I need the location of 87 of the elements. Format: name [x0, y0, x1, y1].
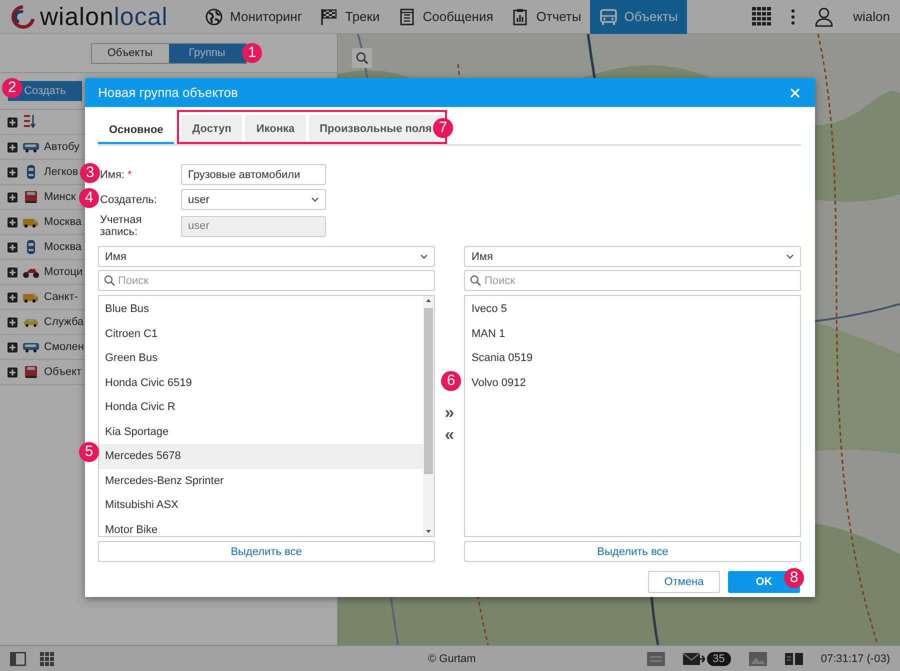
group-name[interactable]: Москва — [44, 241, 82, 253]
creator-dropdown[interactable]: user — [181, 189, 326, 210]
nav-tab[interactable]: Мониторинг — [196, 0, 312, 34]
group-name[interactable]: Легков — [44, 166, 78, 178]
chevron-down-icon — [420, 254, 428, 259]
dialog-tab[interactable]: Доступ — [181, 115, 242, 142]
group-name[interactable]: Объект — [44, 366, 82, 378]
input-field: user — [181, 216, 326, 236]
expand-icon[interactable] — [7, 192, 18, 202]
list-item[interactable]: Citroen C1 — [99, 322, 423, 346]
expand-icon[interactable] — [7, 142, 18, 152]
expand-icon[interactable] — [7, 366, 18, 378]
chevron-down-icon — [786, 254, 794, 259]
group-name[interactable]: Смолен — [44, 341, 84, 353]
list-item[interactable]: Mitsubishi ASX — [99, 493, 423, 518]
list-item[interactable]: Volvo 0912 — [465, 370, 800, 395]
move-button[interactable]: « — [444, 424, 454, 446]
search-icon[interactable] — [352, 48, 372, 68]
checkered-flag-icon — [320, 8, 340, 26]
message-count: 35 — [706, 652, 731, 666]
field-label: Учетная запись: — [99, 214, 143, 238]
dialog-tab[interactable]: Иконка — [245, 115, 306, 142]
logo-icon — [10, 4, 36, 28]
list-item[interactable]: Green Bus — [99, 346, 423, 370]
expand-icon[interactable] — [7, 166, 18, 178]
sort-dropdown[interactable]: Имя — [98, 246, 435, 267]
group-name[interactable]: Мотоци — [44, 266, 83, 278]
select-all-button[interactable]: Выделить все — [464, 541, 801, 562]
list-item[interactable]: Mercedes 5678 — [99, 444, 423, 468]
sort-dropdown[interactable]: Имя — [464, 246, 801, 267]
user-icon[interactable] — [815, 6, 834, 26]
group-name[interactable]: Москва — [44, 216, 82, 228]
search-icon — [104, 275, 115, 286]
input-field[interactable]: Грузовые автомобили — [181, 164, 326, 185]
nav-tab[interactable]: Отчеты — [502, 0, 590, 34]
nav-tab[interactable]: Сообщения — [388, 0, 502, 34]
apps-grid-icon[interactable] — [752, 7, 772, 26]
card-icon[interactable] — [646, 652, 665, 666]
search-icon — [470, 275, 482, 286]
list-item[interactable]: Blue Bus — [99, 297, 423, 322]
close-icon[interactable] — [790, 88, 800, 98]
list-item[interactable]: Honda Civic 6519 — [99, 370, 423, 395]
list-item[interactable]: MAN 1 — [465, 322, 800, 346]
list-item[interactable]: Iveco 5 — [465, 297, 800, 322]
list-item[interactable]: Honda Civic R — [99, 395, 423, 420]
image-icon[interactable] — [748, 652, 767, 666]
more-menu-icon[interactable] — [791, 8, 796, 24]
group-name[interactable]: Минск — [44, 191, 76, 203]
select-all-button[interactable]: Выделить все — [98, 541, 435, 562]
logo-text: wialonlocal — [40, 2, 168, 30]
dialog-title: Новая группа объектов — [98, 85, 238, 100]
field-label: Создатель: — [99, 194, 158, 206]
list-item[interactable]: Kia Sportage — [99, 420, 423, 444]
user-name[interactable]: wialon — [853, 9, 890, 24]
expand-icon[interactable] — [7, 266, 18, 278]
book-icon[interactable] — [784, 652, 803, 666]
bus-icon — [599, 8, 618, 26]
list-item[interactable]: Mercedes-Benz Sprinter — [99, 468, 423, 493]
list-item[interactable]: Scania 0519 — [465, 346, 800, 370]
search-field[interactable]: Поиск — [98, 270, 435, 291]
expand-icon[interactable] — [7, 242, 18, 252]
truck-icon — [22, 189, 40, 205]
list-item[interactable]: Motor Bike — [99, 518, 423, 536]
expand-all-icon[interactable] — [7, 116, 18, 128]
copyright-text: © Gurtam — [428, 652, 476, 664]
truck-icon — [22, 364, 40, 380]
expand-icon[interactable] — [7, 216, 18, 228]
scrollbar[interactable] — [422, 296, 434, 536]
clock-time: 07:31:17 (-03) — [820, 652, 890, 664]
group-name[interactable]: Автобу — [44, 141, 80, 153]
group-name[interactable]: Служба — [44, 316, 84, 328]
move-button[interactable]: » — [444, 402, 454, 424]
sort-icon[interactable] — [22, 114, 36, 130]
envelope-icon[interactable] — [682, 652, 705, 666]
chevron-down-icon — [311, 197, 319, 202]
search-field[interactable]: Поиск — [464, 270, 801, 291]
panel-toggle-icon[interactable] — [10, 652, 26, 666]
document-icon — [398, 8, 417, 26]
globe-icon — [205, 8, 224, 26]
expand-icon[interactable] — [7, 316, 18, 328]
field-label: Имя: * — [99, 168, 133, 180]
expand-icon[interactable] — [7, 292, 18, 302]
grid-icon[interactable] — [40, 652, 54, 666]
expand-icon[interactable] — [7, 342, 18, 352]
group-name[interactable]: Санкт- — [44, 291, 78, 303]
cancel-button[interactable]: Отмена — [648, 571, 720, 593]
nav-tab[interactable]: Треки — [311, 0, 389, 34]
